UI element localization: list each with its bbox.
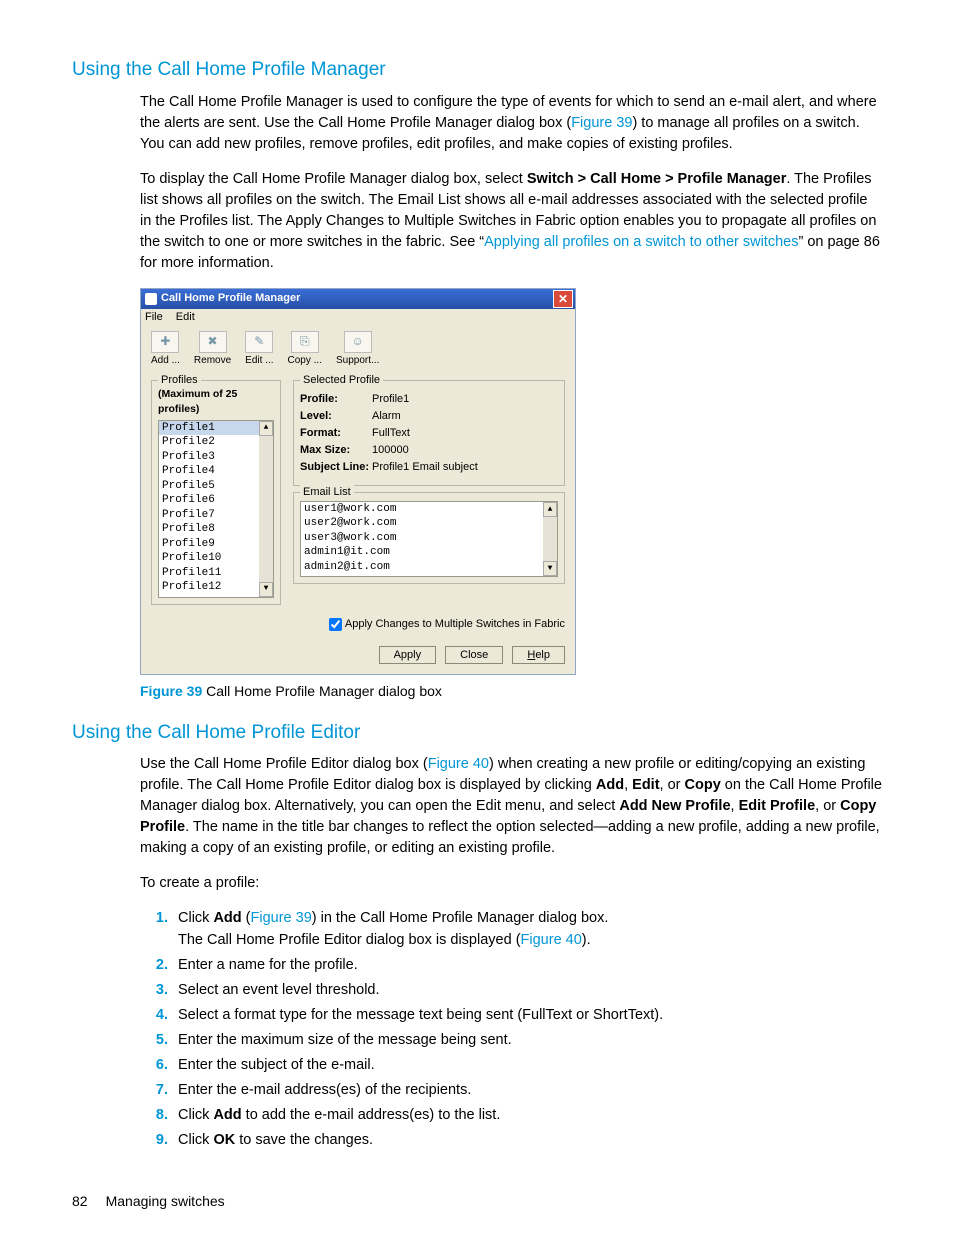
edit-button[interactable]: ✎ Edit ... bbox=[245, 331, 273, 369]
dialog-toolbar: ✚ Add ... ✖ Remove ✎ Edit ... ⎘ Copy ...… bbox=[141, 327, 575, 371]
list-item[interactable]: Profile12 bbox=[159, 580, 259, 595]
dialog-title: Call Home Profile Manager bbox=[161, 291, 300, 307]
para-profile-editor-1: Use the Call Home Profile Editor dialog … bbox=[72, 754, 882, 859]
call-home-profile-manager-dialog: Call Home Profile Manager ✕ File Edit ✚ … bbox=[140, 288, 576, 675]
email-listbox[interactable]: user1@work.comuser2@work.comuser3@work.c… bbox=[300, 501, 558, 577]
scroll-up-icon[interactable]: ▲ bbox=[259, 421, 273, 436]
add-button[interactable]: ✚ Add ... bbox=[151, 331, 180, 369]
section-heading-profile-manager: Using the Call Home Profile Manager bbox=[72, 56, 882, 84]
page-number: 82 bbox=[72, 1193, 88, 1209]
step-3: Select an event level threshold. bbox=[172, 980, 882, 1001]
chapter-title: Managing switches bbox=[106, 1193, 225, 1209]
selected-format: FullText bbox=[372, 426, 410, 442]
dialog-menubar: File Edit bbox=[141, 309, 575, 327]
profiles-max-note: (Maximum of 25 profiles) bbox=[158, 387, 274, 417]
list-item[interactable]: Profile4 bbox=[159, 464, 259, 479]
selected-profile-fieldset: Selected Profile Profile:Profile1 Level:… bbox=[293, 380, 565, 486]
list-item[interactable]: Profile7 bbox=[159, 508, 259, 523]
para-profile-manager-1: The Call Home Profile Manager is used to… bbox=[72, 92, 882, 155]
list-item[interactable]: admin2@it.com bbox=[301, 560, 543, 575]
link-figure-39-step[interactable]: Figure 39 bbox=[251, 910, 312, 926]
link-figure-39[interactable]: Figure 39 bbox=[571, 115, 632, 131]
step-4: Select a format type for the message tex… bbox=[172, 1005, 882, 1026]
profiles-listbox[interactable]: Profile1Profile2Profile3Profile4Profile5… bbox=[158, 420, 274, 598]
dialog-titlebar[interactable]: Call Home Profile Manager ✕ bbox=[141, 289, 575, 309]
list-item[interactable]: Profile2 bbox=[159, 435, 259, 450]
link-apply-profiles[interactable]: Applying all profiles on a switch to oth… bbox=[484, 234, 798, 250]
remove-icon: ✖ bbox=[199, 331, 227, 353]
email-list-fieldset: Email List user1@work.comuser2@work.comu… bbox=[293, 492, 565, 584]
link-figure-40-step[interactable]: Figure 40 bbox=[521, 932, 582, 948]
list-item[interactable]: Profile1 bbox=[159, 421, 259, 436]
step-2: Enter a name for the profile. bbox=[172, 955, 882, 976]
para-profile-manager-2: To display the Call Home Profile Manager… bbox=[72, 169, 882, 274]
link-figure-40[interactable]: Figure 40 bbox=[428, 756, 489, 772]
list-item[interactable]: Profile6 bbox=[159, 493, 259, 508]
list-item[interactable]: Profile3 bbox=[159, 450, 259, 465]
app-icon bbox=[145, 293, 157, 305]
para-create-profile: To create a profile: bbox=[72, 873, 882, 894]
step-5: Enter the maximum size of the message be… bbox=[172, 1030, 882, 1051]
support-icon: ☺ bbox=[344, 331, 372, 353]
selected-max-size: 100000 bbox=[372, 443, 409, 459]
profiles-scrollbar[interactable]: ▲ ▼ bbox=[259, 421, 273, 597]
selected-level: Alarm bbox=[372, 409, 401, 425]
step-8: Click Add to add the e-mail address(es) … bbox=[172, 1105, 882, 1126]
step-1: Click Add (Figure 39) in the Call Home P… bbox=[172, 908, 882, 950]
apply-button[interactable]: Apply bbox=[379, 646, 437, 664]
list-item[interactable]: user2@work.com bbox=[301, 516, 543, 531]
list-item[interactable]: user3@work.com bbox=[301, 531, 543, 546]
remove-button[interactable]: ✖ Remove bbox=[194, 331, 231, 369]
list-item[interactable]: Profile11 bbox=[159, 566, 259, 581]
figure-39-caption: Figure 39 Call Home Profile Manager dial… bbox=[72, 681, 882, 701]
step-9: Click OK to save the changes. bbox=[172, 1130, 882, 1151]
list-item[interactable]: admin1@it.com bbox=[301, 545, 543, 560]
copy-icon: ⎘ bbox=[291, 331, 319, 353]
menu-edit[interactable]: Edit bbox=[176, 311, 195, 323]
add-icon: ✚ bbox=[151, 331, 179, 353]
list-item[interactable]: Profile10 bbox=[159, 551, 259, 566]
profiles-fieldset: Profiles (Maximum of 25 profiles) Profil… bbox=[151, 380, 281, 604]
close-button[interactable]: Close bbox=[445, 646, 503, 664]
apply-multi-checkbox[interactable]: Apply Changes to Multiple Switches in Fa… bbox=[325, 618, 565, 630]
step-7: Enter the e-mail address(es) of the reci… bbox=[172, 1080, 882, 1101]
email-scrollbar[interactable]: ▲ ▼ bbox=[543, 502, 557, 576]
close-icon[interactable]: ✕ bbox=[553, 290, 573, 308]
help-button[interactable]: Help bbox=[512, 646, 565, 664]
list-item[interactable]: Profile9 bbox=[159, 537, 259, 552]
list-item[interactable]: user1@work.com bbox=[301, 502, 543, 517]
scroll-up-icon[interactable]: ▲ bbox=[543, 502, 557, 517]
menu-file[interactable]: File bbox=[145, 311, 163, 323]
section-heading-profile-editor: Using the Call Home Profile Editor bbox=[72, 719, 882, 747]
support-button[interactable]: ☺ Support... bbox=[336, 331, 379, 369]
step-6: Enter the subject of the e-mail. bbox=[172, 1055, 882, 1076]
list-item[interactable]: Profile5 bbox=[159, 479, 259, 494]
selected-subject: Profile1 Email subject bbox=[372, 460, 478, 476]
page-footer: 82 Managing switches bbox=[72, 1191, 225, 1211]
copy-button[interactable]: ⎘ Copy ... bbox=[288, 331, 322, 369]
scroll-down-icon[interactable]: ▼ bbox=[259, 582, 273, 597]
edit-icon: ✎ bbox=[245, 331, 273, 353]
scroll-down-icon[interactable]: ▼ bbox=[543, 561, 557, 576]
list-item[interactable]: Profile8 bbox=[159, 522, 259, 537]
steps-list: Click Add (Figure 39) in the Call Home P… bbox=[72, 908, 882, 1150]
selected-profile-name: Profile1 bbox=[372, 392, 409, 408]
